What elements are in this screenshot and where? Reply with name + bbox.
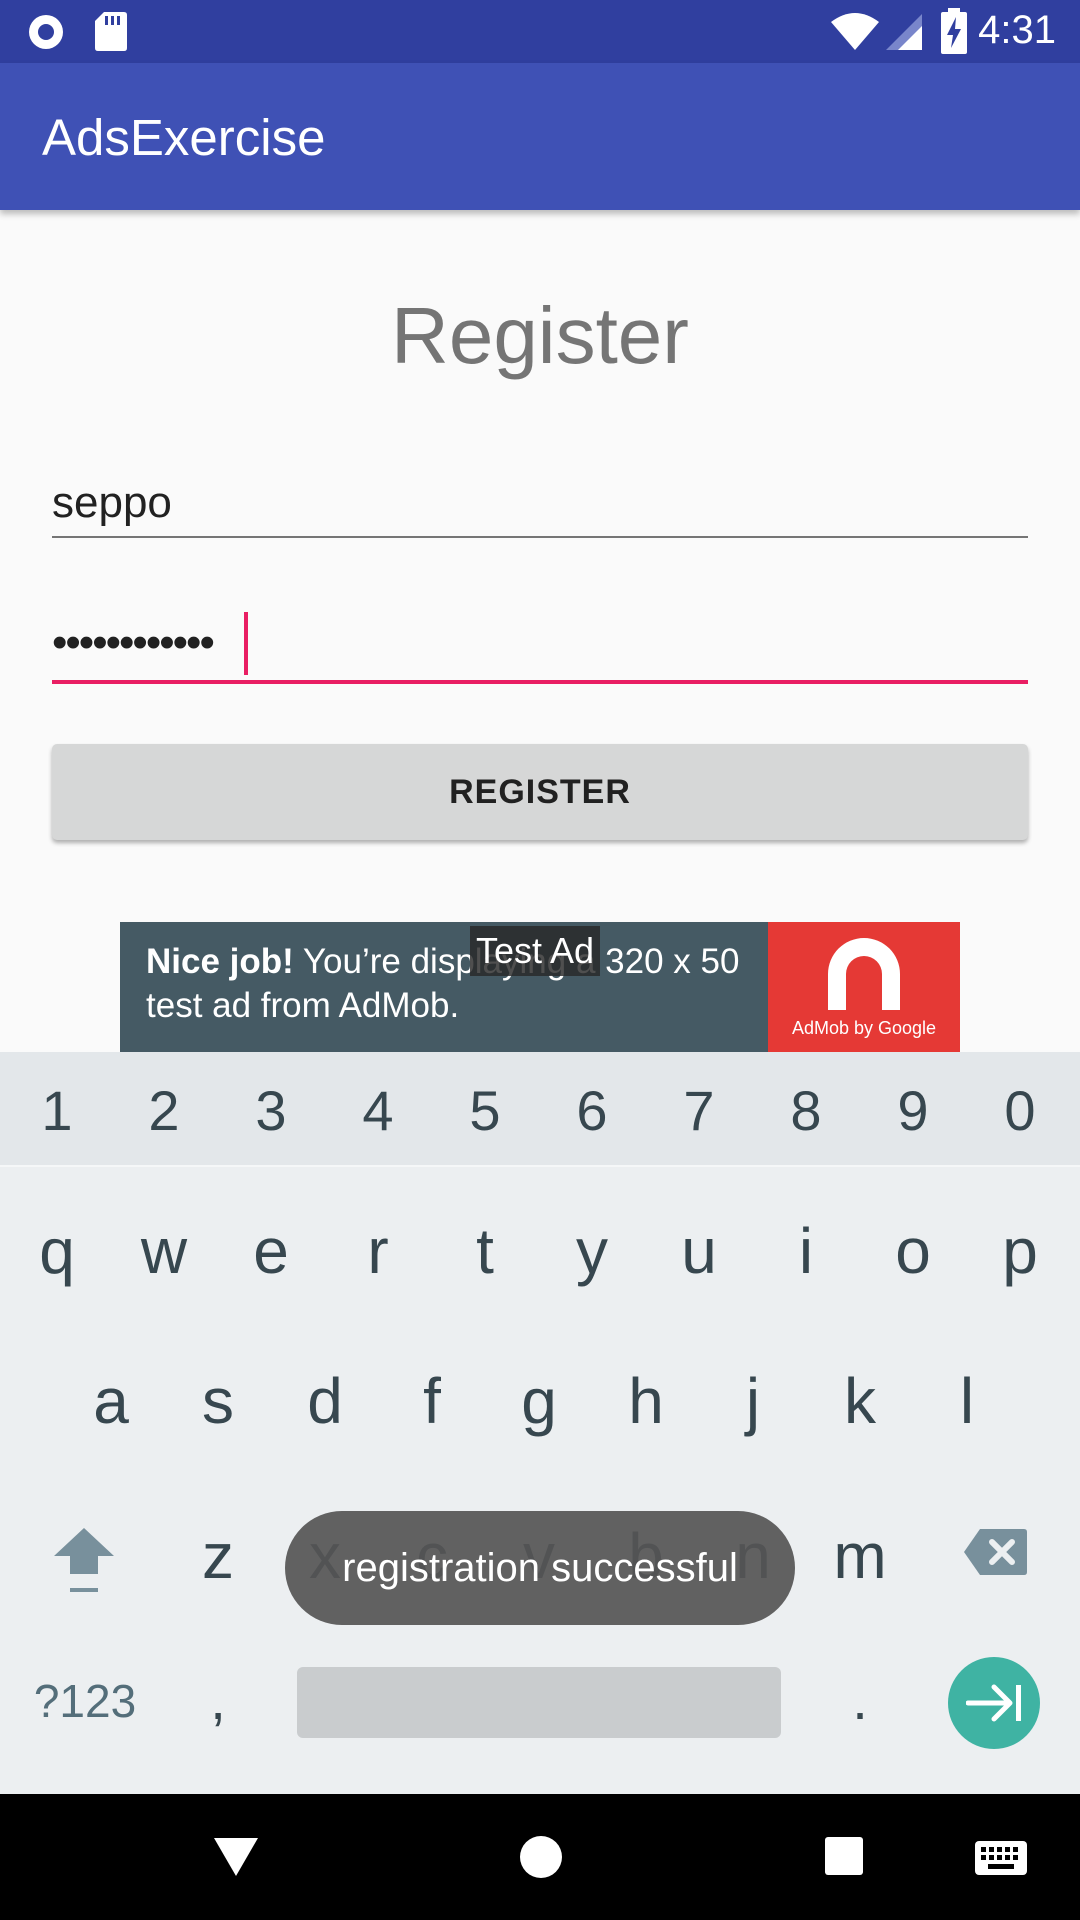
symbols-key[interactable]: ?123 [24, 1674, 146, 1728]
key-f[interactable]: f [392, 1364, 472, 1438]
sd-card-icon [95, 12, 127, 51]
ad-line2: test ad from AdMob. [146, 986, 460, 1025]
key-7[interactable]: 7 [659, 1078, 739, 1143]
next-key[interactable] [948, 1657, 1040, 1749]
number-row: 1 2 3 4 5 6 7 8 9 0 [0, 1052, 1080, 1167]
key-y[interactable]: y [552, 1214, 632, 1288]
admob-icon [828, 938, 900, 1010]
test-ad-badge: Test Ad [470, 926, 601, 976]
shift-icon[interactable] [52, 1524, 116, 1598]
username-value: seppo [52, 478, 172, 527]
wifi-icon [831, 13, 879, 50]
record-icon [29, 15, 63, 49]
admob-logo: AdMob by Google [768, 922, 960, 1052]
key-2[interactable]: 2 [124, 1078, 204, 1143]
period-key[interactable]: . [820, 1667, 900, 1732]
soft-keyboard: 1 2 3 4 5 6 7 8 9 0 q w e r t y u i o p … [0, 1052, 1080, 1794]
space-key[interactable] [297, 1667, 781, 1738]
admob-logo-text: AdMob by Google [791, 1018, 937, 1038]
battery-charging-icon [941, 8, 967, 54]
keyboard-icon[interactable] [974, 1840, 1028, 1876]
password-underline [52, 680, 1028, 684]
status-bar: 4:31 [0, 0, 1080, 63]
key-i[interactable]: i [766, 1214, 846, 1288]
key-h[interactable]: h [606, 1364, 686, 1438]
key-d[interactable]: d [285, 1364, 365, 1438]
register-button[interactable]: REGISTER [52, 744, 1028, 840]
comma-key[interactable]: , [178, 1667, 258, 1732]
key-r[interactable]: r [338, 1214, 418, 1288]
key-6[interactable]: 6 [552, 1078, 632, 1143]
key-s[interactable]: s [178, 1364, 258, 1438]
key-o[interactable]: o [873, 1214, 953, 1288]
text-caret [244, 612, 248, 675]
back-icon[interactable] [212, 1836, 260, 1878]
backspace-icon[interactable] [962, 1527, 1028, 1577]
key-m[interactable]: m [820, 1519, 900, 1593]
password-field[interactable]: •••••••••••• [52, 610, 1028, 685]
key-g[interactable]: g [499, 1364, 579, 1438]
status-time: 4:31 [978, 8, 1056, 52]
app-bar: AdsExercise [0, 63, 1080, 210]
signal-icon [886, 14, 922, 50]
key-t[interactable]: t [445, 1214, 525, 1288]
key-9[interactable]: 9 [873, 1078, 953, 1143]
toast-message: registration successful [285, 1511, 795, 1625]
key-1[interactable]: 1 [17, 1078, 97, 1143]
home-icon[interactable] [518, 1834, 564, 1880]
username-underline [52, 536, 1028, 538]
key-5[interactable]: 5 [445, 1078, 525, 1143]
key-a[interactable]: a [71, 1364, 151, 1438]
recents-icon[interactable] [824, 1836, 864, 1876]
key-0[interactable]: 0 [980, 1078, 1060, 1143]
navigation-bar [0, 1794, 1080, 1920]
ad-bold: Nice job! [146, 942, 294, 981]
key-4[interactable]: 4 [338, 1078, 418, 1143]
key-u[interactable]: u [659, 1214, 739, 1288]
ad-text: Nice job! You’re displaying a 320 x 50 t… [146, 940, 739, 1028]
key-3[interactable]: 3 [231, 1078, 311, 1143]
page-title: Register [391, 291, 689, 380]
next-tab-icon [966, 1684, 1021, 1722]
app-title: AdsExercise [42, 109, 326, 166]
key-q[interactable]: q [17, 1214, 97, 1288]
key-z[interactable]: z [178, 1519, 258, 1593]
key-w[interactable]: w [124, 1214, 204, 1288]
password-value: •••••••••••• [52, 618, 215, 667]
key-8[interactable]: 8 [766, 1078, 846, 1143]
key-l[interactable]: l [927, 1364, 1007, 1438]
username-field[interactable]: seppo [52, 470, 1028, 540]
key-e[interactable]: e [231, 1214, 311, 1288]
key-p[interactable]: p [980, 1214, 1060, 1288]
key-j[interactable]: j [713, 1364, 793, 1438]
key-k[interactable]: k [820, 1364, 900, 1438]
